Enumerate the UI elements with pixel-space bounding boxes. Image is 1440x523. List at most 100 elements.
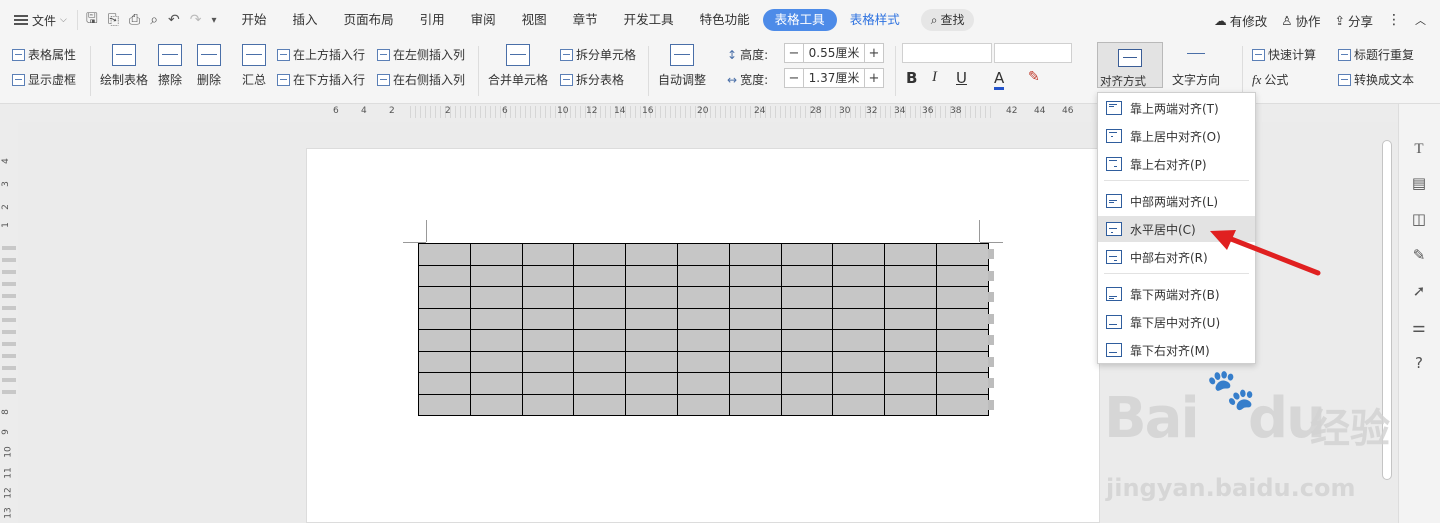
dropdown-item[interactable]: 中部两端对齐(L) <box>1098 188 1255 214</box>
print-preview-icon[interactable]: ⌕ <box>150 12 158 28</box>
table-cell[interactable] <box>884 286 937 309</box>
table-cell[interactable] <box>728 307 782 330</box>
table-cell[interactable] <box>573 307 627 330</box>
table-cell[interactable] <box>676 243 730 266</box>
table-cell[interactable] <box>418 393 471 416</box>
table-cell[interactable] <box>832 350 886 373</box>
font-color-button[interactable]: A <box>994 69 1005 90</box>
table-cell[interactable] <box>832 286 886 309</box>
table-cell[interactable] <box>469 393 523 416</box>
width-stepper[interactable]: − 1.37厘米 + <box>784 68 884 88</box>
file-menu[interactable]: 文件 ⌵ <box>0 12 77 29</box>
table-cell[interactable] <box>780 243 834 266</box>
row-resize-handle[interactable] <box>988 399 994 410</box>
insert-row-above-button[interactable]: 在上方插入行 <box>277 46 365 63</box>
tab-features[interactable]: 特色功能 <box>687 9 763 31</box>
cursor-icon[interactable]: ➚ <box>1410 282 1428 300</box>
table-row[interactable] <box>418 243 989 266</box>
table-cell[interactable] <box>832 372 886 395</box>
table-cell[interactable] <box>935 307 989 330</box>
share-button[interactable]: ⇪ 分享 <box>1335 11 1374 30</box>
table-cell[interactable] <box>935 329 989 352</box>
convert-text-button[interactable]: 转换成文本 <box>1338 71 1414 88</box>
vertical-ruler[interactable]: 4 3 2 1 8 9 10 11 12 13 <box>0 122 18 523</box>
tab-home[interactable]: 开始 <box>229 9 280 31</box>
table-cell[interactable] <box>573 350 627 373</box>
table-cell[interactable] <box>625 329 678 352</box>
review-icon[interactable]: ◫ <box>1410 210 1428 228</box>
tab-page-layout[interactable]: 页面布局 <box>331 9 407 31</box>
table-cell[interactable] <box>676 286 730 309</box>
customize-icon[interactable]: ▾ <box>212 15 217 26</box>
table-cell[interactable] <box>935 243 989 266</box>
tab-table-style[interactable]: 表格样式 <box>837 9 913 31</box>
merge-cells-button[interactable]: 合并单元格 <box>488 44 548 88</box>
show-grid-button[interactable]: 显示虚框 <box>12 71 76 88</box>
document-table[interactable] <box>418 243 989 416</box>
table-cell[interactable] <box>521 243 575 266</box>
table-cell[interactable] <box>935 372 989 395</box>
table-row[interactable] <box>418 350 989 373</box>
tab-developer[interactable]: 开发工具 <box>611 9 687 31</box>
dropdown-item[interactable]: 靠下居中对齐(U) <box>1098 309 1255 335</box>
height-value[interactable]: 0.55厘米 <box>803 44 865 62</box>
tab-section[interactable]: 章节 <box>560 9 611 31</box>
print-icon[interactable]: ⎙ <box>129 12 140 28</box>
table-cell[interactable] <box>676 393 730 416</box>
collaborate-button[interactable]: ♙ 协作 <box>1281 11 1320 30</box>
bold-button[interactable]: B <box>906 69 917 87</box>
height-stepper[interactable]: − 0.55厘米 + <box>784 43 884 63</box>
width-value[interactable]: 1.37厘米 <box>803 69 865 87</box>
table-cell[interactable] <box>884 307 937 330</box>
underline-button[interactable]: U <box>956 69 967 87</box>
minus-icon[interactable]: − <box>785 71 803 86</box>
redo-icon[interactable]: ↷ <box>190 12 202 28</box>
table-cell[interactable] <box>935 350 989 373</box>
table-cell[interactable] <box>935 393 989 416</box>
search-box[interactable]: ⌕ 查找 <box>920 9 975 31</box>
draw-table-button[interactable]: 绘制表格 <box>100 44 148 88</box>
table-cell[interactable] <box>884 372 937 395</box>
table-cell[interactable] <box>418 372 471 395</box>
table-cell[interactable] <box>625 264 678 287</box>
quick-calc-button[interactable]: 快速计算 <box>1252 46 1316 63</box>
plus-icon[interactable]: + <box>865 46 883 61</box>
row-resize-handle[interactable] <box>988 378 994 388</box>
plus-icon[interactable]: + <box>865 71 883 86</box>
italic-button[interactable]: I <box>932 69 937 86</box>
table-row[interactable] <box>418 286 989 309</box>
table-cell[interactable] <box>884 350 937 373</box>
modified-button[interactable]: ☁ 有修改 <box>1214 11 1267 30</box>
table-cell[interactable] <box>935 286 989 309</box>
dropdown-item[interactable]: 靠上居中对齐(O) <box>1098 123 1255 149</box>
table-cell[interactable] <box>625 307 678 330</box>
collapse-ribbon-icon[interactable]: ︿ <box>1415 12 1426 28</box>
table-cell[interactable] <box>728 329 782 352</box>
minus-icon[interactable]: − <box>785 46 803 61</box>
table-cell[interactable] <box>521 329 575 352</box>
table-cell[interactable] <box>780 350 834 373</box>
table-cell[interactable] <box>832 264 886 287</box>
table-cell[interactable] <box>521 264 575 287</box>
table-cell[interactable] <box>780 329 834 352</box>
font-size-select[interactable] <box>994 43 1072 63</box>
insert-row-below-button[interactable]: 在下方插入行 <box>277 71 365 88</box>
tab-view[interactable]: 视图 <box>509 9 560 31</box>
table-cell[interactable] <box>780 393 834 416</box>
dropdown-item[interactable]: 靠上右对齐(P) <box>1098 151 1255 177</box>
table-cell[interactable] <box>573 329 627 352</box>
table-cell[interactable] <box>469 243 523 266</box>
table-cell[interactable] <box>418 329 471 352</box>
highlight-icon[interactable]: ✎ <box>1028 69 1040 85</box>
more-icon[interactable]: ⋮ <box>1387 12 1401 28</box>
table-cell[interactable] <box>418 286 471 309</box>
undo-icon[interactable]: ↶ <box>168 12 180 28</box>
table-cell[interactable] <box>469 329 523 352</box>
table-cell[interactable] <box>418 307 471 330</box>
row-resize-handle[interactable] <box>988 292 994 302</box>
table-row[interactable] <box>418 372 989 395</box>
sliders-icon[interactable]: ⚌ <box>1410 318 1428 336</box>
table-cell[interactable] <box>780 286 834 309</box>
erase-button[interactable]: 擦除 <box>158 44 182 88</box>
tab-insert[interactable]: 插入 <box>280 9 331 31</box>
